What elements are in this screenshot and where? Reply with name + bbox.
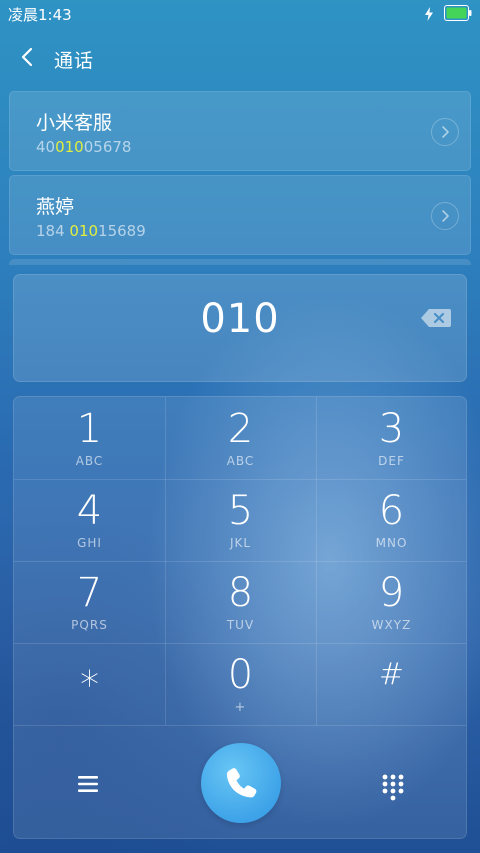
phone-icon <box>226 768 257 798</box>
back-button[interactable] <box>18 46 38 68</box>
battery-icon <box>444 5 472 25</box>
dial-input-panel: 010 <box>13 274 467 382</box>
number-match-highlight: 010 <box>55 138 84 156</box>
number-prefix: 40 <box>36 138 56 156</box>
key-letters: TUV <box>226 618 255 632</box>
chevron-right-icon <box>442 210 449 222</box>
keypad-toggle-button[interactable] <box>381 773 405 803</box>
key-digit: # <box>378 657 405 692</box>
contact-suggestion[interactable]: 燕婷 184 01015689 <box>9 175 471 255</box>
key-1[interactable]: 1 ABC <box>14 397 165 479</box>
key-digit: 3 <box>378 406 405 452</box>
dial-keypad: 1 ABC 2 ABC 3 DEF 4 GHI 5 JKL 6 MNO 7 PQ… <box>13 396 467 839</box>
app-header: 通话 <box>0 36 480 80</box>
key-digit: 0 <box>227 652 254 698</box>
contact-detail-button[interactable] <box>431 202 459 230</box>
key-letters: GHI <box>77 536 102 550</box>
key-digit: ∗ <box>77 655 102 699</box>
key-digit: 7 <box>76 570 103 616</box>
key-letters: DEF <box>378 454 405 468</box>
key-7[interactable]: 7 PQRS <box>14 561 165 643</box>
page-title: 通话 <box>54 50 95 72</box>
status-time: 凌晨1:43 <box>8 6 72 24</box>
key-digit: 2 <box>227 406 254 452</box>
backspace-icon <box>421 309 451 327</box>
backspace-button[interactable] <box>420 307 452 333</box>
number-suffix: 15689 <box>98 222 146 240</box>
key-5[interactable]: 5 JKL <box>165 479 316 561</box>
key-letters: JKL <box>229 536 252 550</box>
menu-icon <box>78 776 98 792</box>
key-6[interactable]: 6 MNO <box>316 479 466 561</box>
key-letters: + <box>234 700 247 715</box>
more-results-edge[interactable] <box>9 259 471 265</box>
number-prefix: 184 <box>36 222 70 240</box>
key-digit: 5 <box>227 488 254 534</box>
key-letters: WXYZ <box>371 618 412 632</box>
contact-name: 小米客服 <box>36 112 113 134</box>
key-4[interactable]: 4 GHI <box>14 479 165 561</box>
key-digit: 1 <box>76 406 103 452</box>
key-star[interactable]: ∗ <box>14 643 165 725</box>
key-letters: PQRS <box>71 618 108 632</box>
key-3[interactable]: 3 DEF <box>316 397 466 479</box>
key-2[interactable]: 2 ABC <box>165 397 316 479</box>
key-9[interactable]: 9 WXYZ <box>316 561 466 643</box>
key-letters: MNO <box>375 536 408 550</box>
contact-suggestion[interactable]: 小米客服 4001005678 <box>9 91 471 171</box>
key-letters: ABC <box>226 454 255 468</box>
key-digit: 9 <box>378 570 405 616</box>
chevron-right-icon <box>442 126 449 138</box>
charging-icon <box>424 6 434 25</box>
key-digit: 8 <box>227 570 254 616</box>
key-letters: ABC <box>75 454 104 468</box>
status-bar: 凌晨1:43 <box>0 0 480 28</box>
key-8[interactable]: 8 TUV <box>165 561 316 643</box>
call-button[interactable] <box>201 743 281 823</box>
dialed-number[interactable]: 010 <box>14 296 466 342</box>
number-match-highlight: 010 <box>69 222 99 240</box>
key-digit: 4 <box>76 488 103 534</box>
key-0[interactable]: 0 + <box>165 643 316 725</box>
key-hash[interactable]: # <box>316 643 466 725</box>
keypad-divider <box>14 725 466 726</box>
contact-name: 燕婷 <box>36 196 75 218</box>
menu-button[interactable] <box>76 774 100 794</box>
contact-detail-button[interactable] <box>431 118 459 146</box>
key-digit: 6 <box>378 488 405 534</box>
contact-number: 4001005678 <box>36 138 131 156</box>
contact-number: 184 01015689 <box>36 222 146 240</box>
keypad-grid-icon <box>382 774 404 801</box>
number-suffix: 05678 <box>83 138 132 156</box>
